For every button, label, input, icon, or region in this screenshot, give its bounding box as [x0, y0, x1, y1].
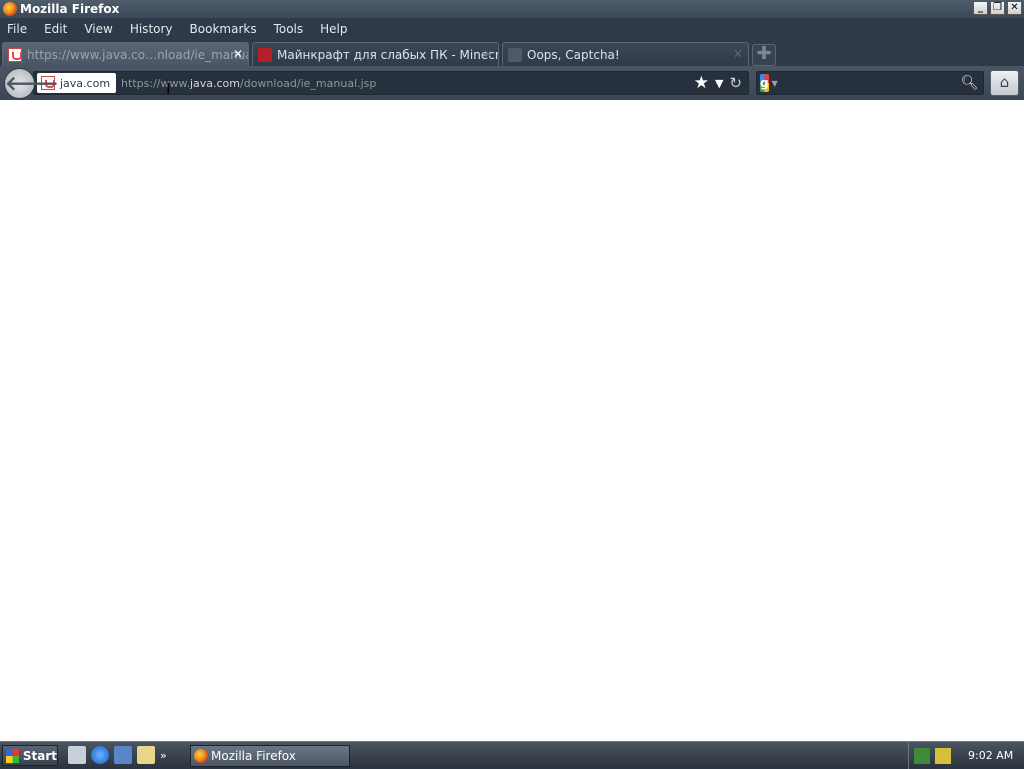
tab-captcha[interactable]: Oops, Captcha! ✕	[502, 42, 749, 66]
system-tray: 9:02 AM	[908, 742, 1024, 769]
reload-icon[interactable]: ↻	[729, 74, 742, 92]
clock[interactable]: 9:02 AM	[968, 749, 1013, 762]
home-button[interactable]: ⌂	[990, 70, 1019, 96]
firefox-logo-icon	[194, 749, 208, 763]
windows-logo-icon	[6, 748, 19, 763]
outlook-express-icon[interactable]	[114, 746, 132, 764]
url-text[interactable]: https://www.java.com/download/ie_manual.…	[121, 77, 694, 90]
window-controls: _ ❐ ✕	[973, 1, 1022, 15]
tab-close-icon[interactable]: ✕	[483, 47, 493, 61]
search-icon[interactable]: 🔍︎	[961, 75, 979, 91]
tab-minecraft[interactable]: Майнкрафт для слабых ПК - Minecraft … ✕	[252, 42, 499, 66]
tab-close-icon[interactable]: ✕	[733, 47, 743, 61]
url-bar-icons: ★ ▼ ↻	[694, 73, 742, 93]
url-host: java.com	[189, 76, 240, 90]
search-engine-dropdown-icon[interactable]: ▼	[772, 79, 778, 88]
tab-title: https://www.java.co…nload/ie_manual.jsp	[27, 47, 249, 62]
search-input[interactable]	[783, 73, 961, 93]
text-cursor-icon: I	[166, 80, 171, 98]
close-button[interactable]: ✕	[1007, 1, 1022, 15]
navigation-bar: java.com https://www.java.com/download/i…	[0, 66, 1024, 100]
page-content[interactable]: I	[0, 80, 1024, 741]
more-icon[interactable]: »	[160, 749, 167, 762]
java-icon	[8, 47, 22, 62]
menu-file[interactable]: File	[7, 22, 27, 36]
firefox-logo-icon	[3, 2, 17, 16]
url-path: /download/ie_manual.jsp	[240, 76, 377, 90]
search-bar[interactable]: g ▼ 🔍︎	[756, 71, 984, 95]
quick-launch: »	[68, 746, 167, 764]
new-tab-button[interactable]: ✚	[752, 44, 776, 66]
history-dropdown-icon[interactable]: ▼	[715, 77, 723, 90]
internet-explorer-icon[interactable]	[91, 746, 109, 764]
tab-title: Майнкрафт для слабых ПК - Minecraft …	[277, 47, 499, 62]
restore-button[interactable]: ❐	[990, 1, 1005, 15]
menu-history[interactable]: History	[130, 22, 173, 36]
task-label: Mozilla Firefox	[211, 749, 296, 763]
menu-bar: File Edit View History Bookmarks Tools H…	[0, 18, 1024, 40]
menu-help[interactable]: Help	[320, 22, 347, 36]
window-title: Mozilla Firefox	[20, 2, 120, 16]
tab-title: Oops, Captcha!	[527, 47, 620, 62]
url-prefix: https://www.	[121, 76, 190, 90]
show-desktop-icon[interactable]	[68, 746, 86, 764]
taskbar-firefox-button[interactable]: Mozilla Firefox	[190, 745, 350, 767]
menu-edit[interactable]: Edit	[44, 22, 67, 36]
tab-close-icon[interactable]: ✕	[233, 47, 243, 61]
menu-tools[interactable]: Tools	[274, 22, 304, 36]
blank-page-icon	[508, 47, 522, 62]
url-bar[interactable]: java.com https://www.java.com/download/i…	[33, 71, 749, 95]
safely-remove-icon[interactable]	[935, 747, 951, 764]
tab-strip: https://www.java.co…nload/ie_manual.jsp …	[0, 40, 1024, 66]
taskbar: Start » Mozilla Firefox 9:02 AM	[0, 741, 1024, 769]
bookmark-star-icon[interactable]: ★	[694, 73, 709, 93]
back-button[interactable]: 🡐	[4, 68, 59, 99]
search-folder-icon[interactable]	[137, 746, 155, 764]
start-label: Start	[22, 748, 57, 763]
minecraft-icon	[258, 47, 272, 62]
google-icon[interactable]: g	[760, 74, 769, 92]
title-bar: Mozilla Firefox _ ❐ ✕	[0, 0, 1024, 18]
minimize-button[interactable]: _	[973, 1, 988, 15]
tab-java-manual[interactable]: https://www.java.co…nload/ie_manual.jsp …	[2, 42, 249, 66]
identity-label: java.com	[60, 76, 111, 90]
menu-bookmarks[interactable]: Bookmarks	[190, 22, 257, 36]
start-button[interactable]: Start	[2, 745, 58, 766]
network-icon[interactable]	[914, 747, 930, 764]
menu-view[interactable]: View	[84, 22, 112, 36]
